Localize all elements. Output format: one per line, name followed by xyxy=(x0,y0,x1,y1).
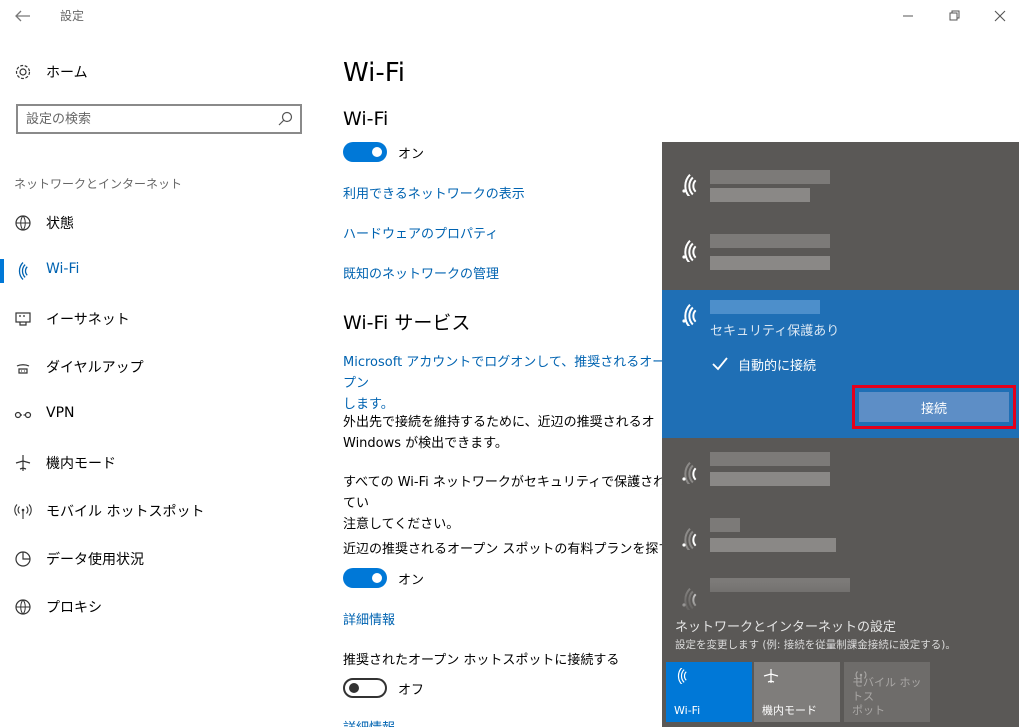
search-input[interactable] xyxy=(26,110,272,128)
sidebar: ホーム ネットワークとインターネット 状態 Wi-Fi イーサネット ダイヤルア… xyxy=(0,32,322,727)
hotspot-toggle-label: オフ xyxy=(398,683,425,698)
window-title: 設定 xyxy=(60,9,85,23)
sidebar-home[interactable]: ホーム xyxy=(14,60,88,84)
hotspot-icon xyxy=(14,504,32,519)
sidebar-item-dialup[interactable]: ダイヤルアップ xyxy=(0,347,322,387)
minimize-icon[interactable] xyxy=(896,4,920,28)
paid-plan-toggle-label: オン xyxy=(398,573,425,588)
checkmark-icon xyxy=(712,357,728,371)
wifi-icon xyxy=(18,262,28,280)
sidebar-item-airplane[interactable]: 機内モード xyxy=(0,443,322,483)
airplane-icon xyxy=(763,669,779,683)
sidebar-item-label: 機内モード xyxy=(46,456,116,472)
paid-plan-label: 近辺の推奨されるオープン スポットの有料プランを探す xyxy=(343,542,672,557)
search-box[interactable] xyxy=(16,104,302,134)
paid-plan-toggle[interactable] xyxy=(343,568,387,588)
wifi-signal-icon xyxy=(682,304,697,326)
vpn-icon xyxy=(14,411,32,419)
sidebar-item-wifi[interactable]: Wi-Fi xyxy=(0,251,322,291)
tile-label: モバイル ホットス ポット xyxy=(852,676,922,717)
airplane-icon xyxy=(15,455,31,471)
network-item[interactable] xyxy=(662,152,1019,214)
available-networks-link[interactable]: 利用できるネットワークの表示 xyxy=(343,183,525,202)
quick-action-airplane[interactable]: 機内モード xyxy=(754,662,840,722)
dialup-icon xyxy=(16,364,30,374)
hardware-properties-link[interactable]: ハードウェアのプロパティ xyxy=(343,223,498,242)
network-name-redacted xyxy=(710,452,830,466)
network-settings-link[interactable]: ネットワークとインターネットの設定 xyxy=(675,616,896,635)
description-1: 外出先で接続を維持するために、近辺の推奨されるオ Windows が検出できます… xyxy=(343,415,655,451)
details-link-2[interactable]: 詳細情報 xyxy=(343,717,395,727)
restore-icon[interactable] xyxy=(942,4,966,28)
wifi-services-heading: Wi-Fi サービス xyxy=(343,312,471,334)
network-name-redacted xyxy=(710,256,830,270)
tile-label: Wi-Fi xyxy=(674,704,701,717)
tile-label: 機内モード xyxy=(762,704,817,717)
ms-account-link[interactable]: Microsoft アカウントでログオンして、推奨されるオープン します。 xyxy=(343,352,673,415)
home-label: ホーム xyxy=(46,65,88,81)
sidebar-item-label: Wi-Fi xyxy=(46,261,80,277)
sidebar-item-hotspot[interactable]: モバイル ホットスポット xyxy=(0,491,322,531)
sidebar-item-label: VPN xyxy=(46,405,75,421)
sidebar-item-label: モバイル ホットスポット xyxy=(46,504,205,520)
hotspot-toggle[interactable] xyxy=(343,678,387,698)
network-item-selected[interactable]: セキュリティ保護あり 自動的に接続 接続 xyxy=(662,290,1019,438)
sidebar-item-vpn[interactable]: VPN xyxy=(0,395,322,435)
globe-icon xyxy=(15,599,31,615)
network-name-redacted xyxy=(710,170,830,184)
wifi-signal-icon xyxy=(682,240,697,262)
back-arrow-icon[interactable] xyxy=(10,4,36,28)
quick-action-wifi[interactable]: Wi-Fi xyxy=(666,662,752,722)
title-bar: 設定 xyxy=(0,0,1019,32)
network-settings-description: 設定を変更します (例: 接続を従量制課金接続に設定する)。 xyxy=(675,639,956,651)
connect-button[interactable]: 接続 xyxy=(852,385,1016,429)
sidebar-item-proxy[interactable]: プロキシ xyxy=(0,587,322,627)
sidebar-item-status[interactable]: 状態 xyxy=(0,203,322,243)
close-icon[interactable] xyxy=(988,4,1012,28)
wifi-signal-icon xyxy=(682,528,697,550)
network-item[interactable] xyxy=(662,218,1019,280)
wifi-toggle[interactable] xyxy=(343,142,387,162)
wifi-toggle-label: オン xyxy=(398,147,425,162)
network-name-redacted xyxy=(710,234,830,248)
wifi-icon xyxy=(677,668,687,684)
manage-known-networks-link[interactable]: 既知のネットワークの管理 xyxy=(343,263,499,282)
network-name-redacted xyxy=(710,518,740,532)
sidebar-item-label: プロキシ xyxy=(46,600,102,616)
page-title: Wi-Fi xyxy=(343,58,406,88)
sidebar-item-label: イーサネット xyxy=(46,312,130,328)
ethernet-icon xyxy=(15,312,31,326)
network-flyout: セキュリティ保護あり 自動的に接続 接続 ネットワークとインターネットの設定 設… xyxy=(662,142,1019,727)
security-label: セキュリティ保護あり xyxy=(710,324,840,339)
wifi-signal-icon xyxy=(682,462,697,484)
quick-action-hotspot[interactable]: モバイル ホットス ポット xyxy=(844,662,930,722)
network-name-redacted xyxy=(710,472,830,486)
network-item[interactable] xyxy=(662,506,1019,568)
data-usage-icon xyxy=(15,551,31,567)
sidebar-item-label: ダイヤルアップ xyxy=(46,360,144,376)
sidebar-item-label: データ使用状況 xyxy=(46,552,144,568)
globe-status-icon xyxy=(15,215,31,231)
search-icon[interactable] xyxy=(276,110,294,128)
sidebar-item-data-usage[interactable]: データ使用状況 xyxy=(0,539,322,579)
list-fade xyxy=(662,582,1019,618)
sidebar-item-ethernet[interactable]: イーサネット xyxy=(0,299,322,339)
description-2: すべての Wi-Fi ネットワークがセキュリティで保護されてい 注意してください… xyxy=(343,475,667,532)
network-name-redacted xyxy=(710,188,810,202)
wifi-heading: Wi-Fi xyxy=(343,108,389,130)
details-link-1[interactable]: 詳細情報 xyxy=(343,609,395,628)
network-name-redacted xyxy=(710,300,820,314)
gear-icon xyxy=(15,64,31,80)
auto-connect-label: 自動的に接続 xyxy=(738,358,817,374)
wifi-signal-icon xyxy=(682,174,697,196)
network-item[interactable] xyxy=(662,440,1019,502)
section-label: ネットワークとインターネット xyxy=(14,177,183,191)
hotspot-label: 推奨されたオープン ホットスポットに接続する xyxy=(343,653,620,668)
auto-connect-checkbox[interactable]: 自動的に接続 xyxy=(710,354,816,374)
network-name-redacted xyxy=(710,538,836,552)
sidebar-item-label: 状態 xyxy=(46,216,74,232)
